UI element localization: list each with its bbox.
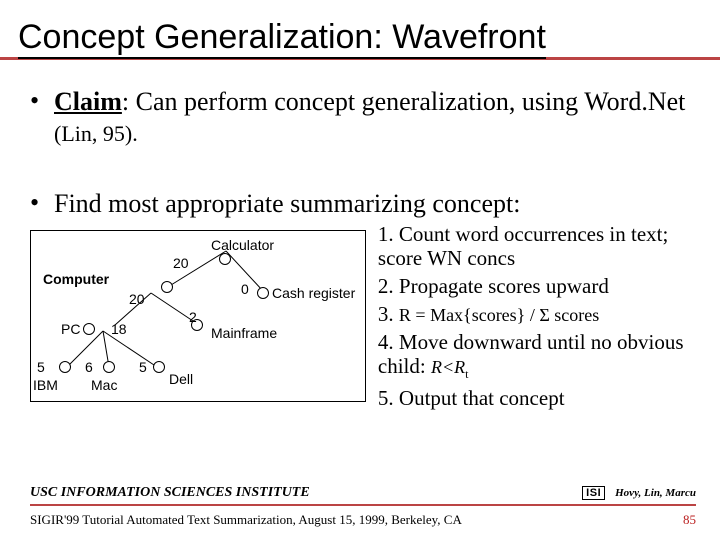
lower-row: Calculator 20 Computer 20 Cash register … <box>0 220 720 415</box>
calculator-label: Calculator <box>211 237 274 253</box>
step-3: 3. R = Max{scores} / Σ scores <box>378 302 702 326</box>
footer-lower: SIGIR'99 Tutorial Automated Text Summari… <box>30 512 696 528</box>
step-4: 4. Move downward until no obvious child:… <box>378 330 702 382</box>
mainframe-score: 2 <box>189 309 197 325</box>
pc-circle <box>83 323 95 335</box>
node-cashreg: Cash register <box>257 285 355 301</box>
slide: Concept Generalization: Wavefront • Clai… <box>0 0 720 540</box>
cashreg-label: Cash register <box>272 285 355 301</box>
dell-label: Dell <box>169 371 193 387</box>
slide-title: Concept Generalization: Wavefront <box>0 0 720 60</box>
node-computer: Computer <box>43 271 109 287</box>
institute-name: USC INFORMATION SCIENCES INSTITUTE <box>30 485 310 501</box>
ibm-label: IBM <box>33 377 58 393</box>
authors: Hovy, Lin, Marcu <box>615 487 696 499</box>
ibm-circle <box>59 361 71 373</box>
bullet-dot: • <box>30 86 54 148</box>
claim-text: : Can perform concept generalization, us… <box>122 87 685 116</box>
mac-score: 6 <box>85 359 93 375</box>
venue: SIGIR'99 Tutorial Automated Text Summari… <box>30 512 462 528</box>
dell-score: 5 <box>139 359 147 375</box>
tree-edges <box>31 231 371 401</box>
pc-label: PC <box>61 321 80 337</box>
computer-score: 20 <box>129 291 145 307</box>
computer-circle <box>161 281 173 293</box>
calculator-score: 20 <box>173 255 189 271</box>
dell-circle <box>153 361 165 373</box>
bullet-dot: • <box>30 188 54 219</box>
step-2: 2. Propagate scores upward <box>378 274 702 298</box>
calculator-circle <box>219 253 231 265</box>
cashreg-score: 0 <box>241 281 249 297</box>
algorithm-steps: 1. Count word occurrences in text; score… <box>378 222 702 415</box>
cashreg-circle <box>257 287 269 299</box>
mac-label: Mac <box>91 377 117 393</box>
mainframe-label: Mainframe <box>211 325 277 341</box>
node-calculator: Calculator <box>211 237 274 253</box>
pc-score: 18 <box>111 321 127 337</box>
title-text: Concept Generalization: Wavefront <box>18 18 546 59</box>
footer-upper: USC INFORMATION SCIENCES INSTITUTE ISI H… <box>30 483 696 506</box>
step-1: 1. Count word occurrences in text; score… <box>378 222 702 270</box>
isi-logo: ISI <box>582 486 605 500</box>
slide-body: • Claim: Can perform concept generalizat… <box>0 86 720 220</box>
concept-tree-diagram: Calculator 20 Computer 20 Cash register … <box>30 230 366 402</box>
node-pc: PC <box>61 321 95 337</box>
mac-circle <box>103 361 115 373</box>
page-number: 85 <box>683 512 696 528</box>
ibm-score: 5 <box>37 359 45 375</box>
claim-label: Claim <box>54 87 122 116</box>
claim-ref: (Lin, 95). <box>54 121 138 146</box>
bullet-find: • Find most appropriate summarizing conc… <box>30 188 690 219</box>
step-5: 5. Output that concept <box>378 386 702 410</box>
footer-right-group: ISI Hovy, Lin, Marcu <box>582 483 696 501</box>
computer-label: Computer <box>43 271 109 287</box>
find-text: Find most appropriate summarizing concep… <box>54 188 520 219</box>
bullet-claim: • Claim: Can perform concept generalizat… <box>30 86 690 148</box>
